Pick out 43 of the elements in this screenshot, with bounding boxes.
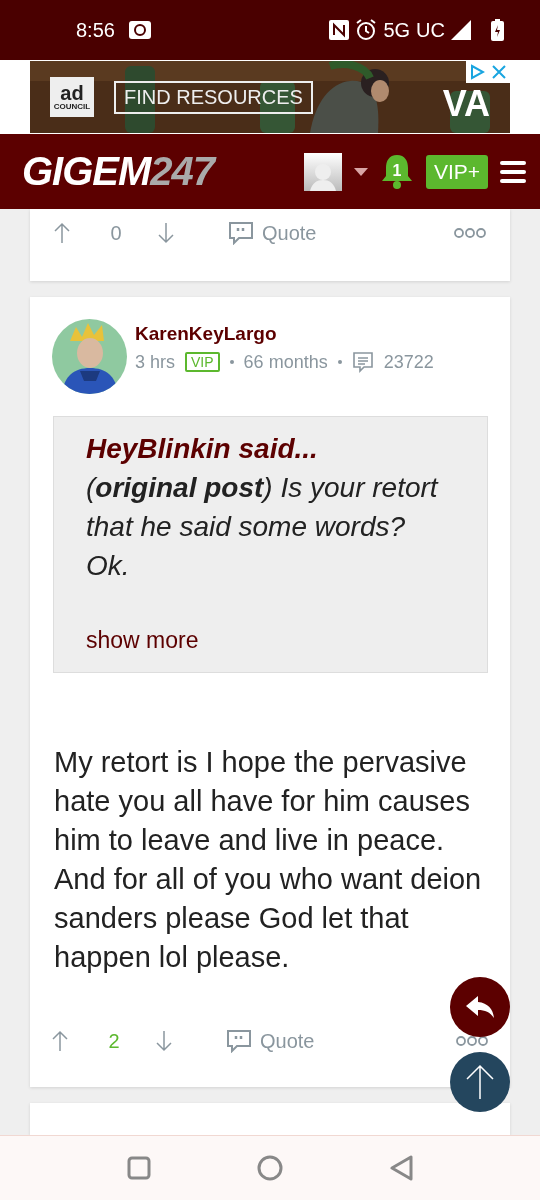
recents-icon[interactable] [127,1156,151,1180]
quote-text: (original post) Is your retort that he said some words? Ok. [86,471,440,583]
ad-council-logo: ad COUNCIL [50,77,94,117]
back-icon[interactable] [389,1155,413,1181]
reply-icon [466,996,494,1018]
member-tenure: 66 months [243,351,328,373]
battery-icon [491,19,504,41]
vip-badge: VIP [185,352,220,372]
nfc-icon [329,20,350,40]
ad-info-icon[interactable] [469,64,485,80]
separator-dot [337,360,342,364]
menu-icon[interactable] [500,160,526,183]
caret-icon[interactable] [353,167,368,176]
alarm-icon [355,19,378,41]
ad-sponsor-logo: VA [442,83,490,125]
carrier-label: UC [416,18,445,42]
downvote-icon[interactable] [156,1030,172,1052]
status-time: 8:56 [76,18,115,42]
close-icon[interactable] [492,65,506,79]
upvote-icon[interactable] [52,1030,68,1052]
signal-icon [451,20,471,40]
arrow-up-icon [466,1064,494,1100]
vote-score: 2 [107,1029,121,1053]
screenshot-icon [128,21,151,39]
more-icon[interactable] [456,1036,488,1046]
quote-icon [228,221,254,245]
separator-dot [229,360,234,364]
network-type: 5G [383,18,411,42]
upvote-icon[interactable] [54,222,70,244]
downvote-icon[interactable] [158,222,174,244]
vote-score: 0 [109,221,123,245]
author-name[interactable]: KarenKeyLargo [135,323,434,345]
user-avatar[interactable] [303,152,342,191]
post-time: 3 hrs [135,351,176,373]
quote-author[interactable]: HeyBlinkin said... [86,429,443,468]
post-body: My retort is I hope the pervasive hate you all have for him causes him to leave and live in peace. And for all of you who want deion sanders please God let that happen lol please. [54,745,483,975]
show-more-link[interactable]: show more [86,621,443,660]
comment-icon [351,351,374,373]
ad-button[interactable]: FIND RESOURCES [114,80,313,114]
home-icon[interactable] [257,1155,283,1181]
quote-icon [226,1029,252,1053]
post-count: 23722 [383,351,434,373]
site-logo[interactable]: GIGEM247 [22,149,215,194]
